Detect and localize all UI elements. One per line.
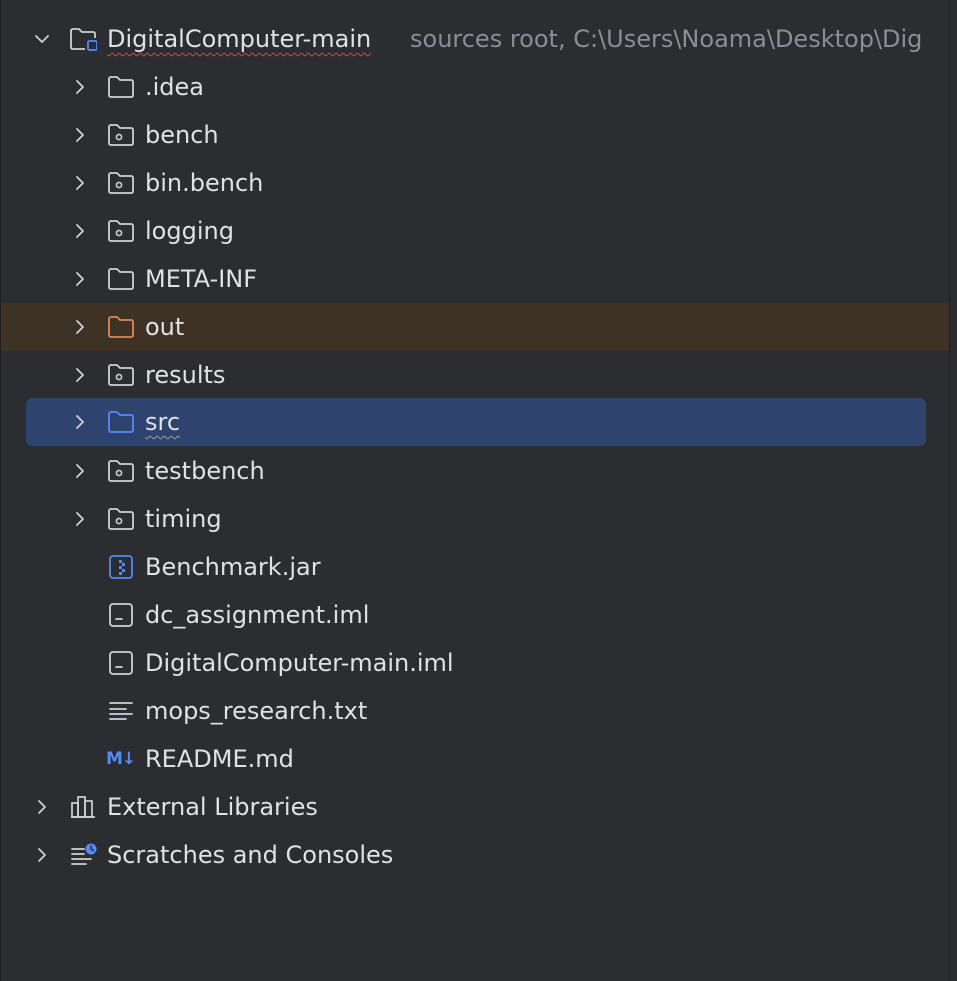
tree-row-external-libraries[interactable]: External Libraries <box>1 783 949 831</box>
chevron-right-icon[interactable] <box>71 270 89 288</box>
tree-row-src[interactable]: src <box>26 398 926 446</box>
tree-row-scratches[interactable]: Scratches and Consoles <box>1 831 949 879</box>
tree-item-label: bench <box>145 121 219 149</box>
tree-item-label: External Libraries <box>107 793 318 821</box>
chevron-right-icon[interactable] <box>33 798 51 816</box>
tree-item-label: DigitalComputer-main.iml <box>145 649 454 677</box>
tree-item-label: logging <box>145 217 234 245</box>
tree-row-readme-md[interactable]: M↓ README.md <box>1 735 949 783</box>
chevron-right-icon[interactable] <box>71 222 89 240</box>
root-project-name: DigitalComputer-main <box>107 25 372 53</box>
project-tool-window: DigitalComputer-main sources root, C:\Us… <box>0 0 957 981</box>
iml-file-icon <box>109 603 133 627</box>
tree-item-label: Scratches and Consoles <box>107 841 394 869</box>
resource-folder-icon <box>108 172 134 194</box>
excluded-folder-icon <box>108 316 134 338</box>
tree-row-benchmark-jar[interactable]: Benchmark.jar <box>1 543 949 591</box>
module-folder-icon <box>70 28 97 51</box>
panel-divider[interactable] <box>949 0 950 981</box>
chevron-right-icon[interactable] <box>71 78 89 96</box>
tree-row-bin-bench[interactable]: bin.bench <box>1 159 949 207</box>
tree-item-label: src <box>145 408 181 436</box>
folder-icon <box>108 76 134 98</box>
tree-item-label: out <box>145 313 185 341</box>
tree-item-label: dc_assignment.iml <box>145 601 370 629</box>
root-path-hint: sources root, C:\Users\Noama\Desktop\Dig <box>410 25 923 53</box>
resource-folder-icon <box>108 220 134 242</box>
tree-item-label: bin.bench <box>145 169 264 197</box>
resource-folder-icon <box>108 364 134 386</box>
scratches-icon <box>71 843 97 865</box>
chevron-right-icon[interactable] <box>71 462 89 480</box>
jar-file-icon <box>109 555 133 579</box>
resource-folder-icon <box>108 460 134 482</box>
chevron-right-icon[interactable] <box>71 318 89 336</box>
tree-item-label: Benchmark.jar <box>145 553 321 581</box>
text-file-icon <box>109 702 133 720</box>
chevron-right-icon[interactable] <box>71 366 89 384</box>
tree-item-label: README.md <box>145 745 294 773</box>
tree-item-label: META-INF <box>145 265 258 293</box>
tree-row-meta-inf[interactable]: META-INF <box>1 255 949 303</box>
tree-row-dc-assignment-iml[interactable]: dc_assignment.iml <box>1 591 949 639</box>
tree-item-label: results <box>145 361 226 389</box>
chevron-down-icon[interactable] <box>33 30 51 48</box>
chevron-right-icon[interactable] <box>71 510 89 528</box>
chevron-right-icon[interactable] <box>71 174 89 192</box>
tree-item-label: mops_research.txt <box>145 697 368 725</box>
chevron-right-icon[interactable] <box>33 846 51 864</box>
markdown-file-icon: M↓ <box>106 749 136 769</box>
source-folder-icon <box>108 411 134 433</box>
tree-item-label: timing <box>145 505 222 533</box>
resource-folder-icon <box>108 124 134 146</box>
library-icon <box>71 796 95 818</box>
tree-row-digitalcomputer-iml[interactable]: DigitalComputer-main.iml <box>1 639 949 687</box>
iml-file-icon <box>109 651 133 675</box>
tree-row-testbench[interactable]: testbench <box>1 447 949 495</box>
tree-row-logging[interactable]: logging <box>1 207 949 255</box>
tree-row-mops-research-txt[interactable]: mops_research.txt <box>1 687 949 735</box>
tree-row-out[interactable]: out <box>1 303 949 351</box>
tree-row-results[interactable]: results <box>1 351 949 399</box>
tree-row-idea[interactable]: .idea <box>1 63 949 111</box>
folder-icon <box>108 268 134 290</box>
tree-item-label: .idea <box>145 73 205 101</box>
tree-row-timing[interactable]: timing <box>1 495 949 543</box>
tree-row-root[interactable]: DigitalComputer-main sources root, C:\Us… <box>1 15 949 63</box>
chevron-right-icon[interactable] <box>71 126 89 144</box>
chevron-right-icon[interactable] <box>71 413 89 431</box>
resource-folder-icon <box>108 508 134 530</box>
tree-row-bench[interactable]: bench <box>1 111 949 159</box>
tree-item-label: testbench <box>145 457 265 485</box>
